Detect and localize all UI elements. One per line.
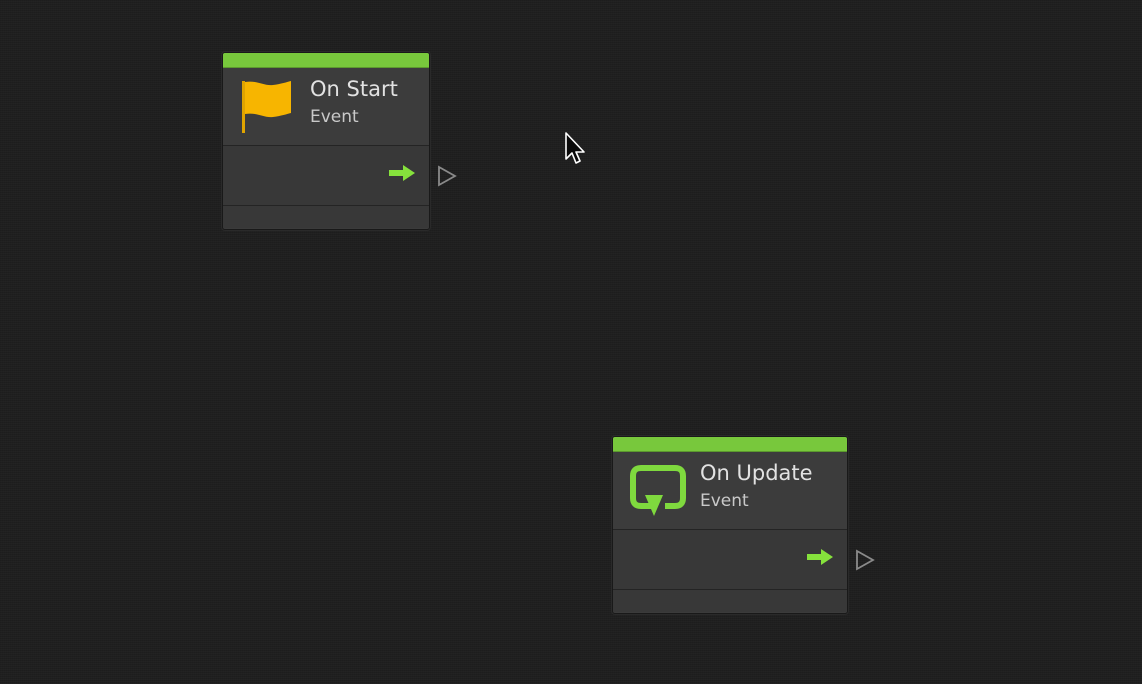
node-ports [613,530,847,590]
control-output-arrow-icon [807,549,833,565]
on-update-node[interactable]: On Update Event [612,436,848,614]
on-start-node[interactable]: On Start Event [222,52,430,230]
loop-arrow-icon [630,465,686,516]
flag-icon [242,81,291,133]
node-ports [223,146,429,206]
mouse-pointer-icon [565,132,585,164]
node-footer [613,590,847,612]
on-update-output-port-icon[interactable] [855,549,875,571]
node-color-bar [613,437,847,452]
node-footer [223,206,429,228]
graph-canvas[interactable]: On Start Event On Update Event [0,0,1142,684]
node-subtitle: Event [310,107,359,127]
on-start-output-port-icon[interactable] [437,165,457,187]
node-title: On Start [310,77,398,101]
node-header[interactable]: On Start Event [223,68,429,146]
node-header[interactable]: On Update Event [613,452,847,530]
node-title: On Update [700,461,813,485]
node-color-bar [223,53,429,68]
control-output-arrow-icon [389,165,415,181]
node-subtitle: Event [700,491,749,511]
